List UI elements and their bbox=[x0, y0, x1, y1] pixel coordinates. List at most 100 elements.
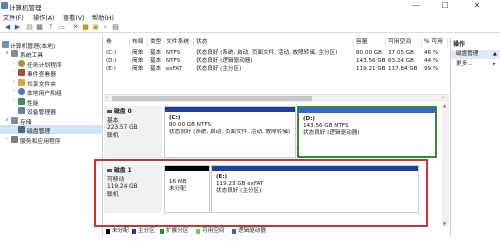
menu-help[interactable]: 帮助(H) bbox=[92, 13, 114, 22]
close-button[interactable]: ✕ bbox=[466, 0, 488, 12]
menu-file[interactable]: 文件(F) bbox=[3, 13, 24, 22]
volume-table: 卷 布局 类型 文件系统 状态 容量 可用空间 % 可用 (C:) 简单 基本 … bbox=[104, 38, 448, 94]
tree-item-disk-management[interactable]: 磁盘管理 bbox=[0, 125, 103, 135]
list-icon[interactable]: ▭ bbox=[57, 23, 66, 32]
menu-view[interactable]: 查看(V) bbox=[63, 13, 84, 22]
storage-icon bbox=[11, 117, 18, 124]
chevron-right-icon[interactable]: › bbox=[4, 136, 10, 142]
disk-0-status: 联机 bbox=[107, 133, 119, 139]
device-manager-icon bbox=[18, 107, 25, 114]
services-icon bbox=[11, 136, 18, 143]
legend-extended: 扩展分区 bbox=[166, 228, 189, 234]
action-more[interactable]: 更多... ▸ bbox=[451, 60, 500, 69]
chevron-right-icon[interactable]: ▸ bbox=[493, 60, 496, 69]
tree-item-local-users[interactable]: › 本地用户和组 bbox=[0, 87, 103, 97]
legend-swatch-extended bbox=[160, 229, 164, 234]
tree-item-shared-folders[interactable]: › 共享文件夹 bbox=[0, 78, 103, 88]
col-header-status[interactable]: 状态 bbox=[194, 38, 354, 47]
legend-primary: 主分区 bbox=[138, 228, 155, 234]
delete-icon[interactable]: ✕ bbox=[71, 23, 80, 32]
disk-1-status: 联机 bbox=[107, 192, 119, 198]
up-icon[interactable]: ▤ bbox=[25, 23, 34, 32]
legend-unallocated: 未分配 bbox=[112, 228, 129, 234]
tree-item-storage[interactable]: ∨ 存储 bbox=[0, 116, 103, 126]
legend-logical: 逻辑驱动器 bbox=[238, 228, 266, 234]
chevron-right-icon[interactable]: › bbox=[11, 88, 17, 94]
unallocated-bar bbox=[165, 166, 209, 171]
clock-icon bbox=[18, 60, 25, 67]
chevron-right-icon[interactable]: › bbox=[11, 69, 17, 75]
disk-icon bbox=[107, 169, 112, 172]
tools-icon bbox=[11, 50, 18, 57]
computer-icon bbox=[2, 41, 9, 48]
shared-folder-icon bbox=[18, 79, 25, 86]
expanded-chevron-icon[interactable]: ∨ bbox=[4, 50, 10, 56]
properties-icon[interactable]: ▦ bbox=[35, 23, 44, 32]
open-icon[interactable]: ■ bbox=[81, 23, 90, 32]
vertical-scrollbar[interactable]: ▲ ▼ bbox=[442, 103, 449, 227]
tree-item-services[interactable]: › 服务和应用程序 bbox=[0, 135, 103, 145]
col-header-volume[interactable]: 卷 bbox=[104, 38, 130, 47]
expanded-chevron-icon[interactable]: ∨ bbox=[4, 117, 10, 123]
col-header-percent-free[interactable]: % 可用 bbox=[422, 38, 448, 47]
disk-1-info[interactable]: 磁盘 1 可移动 119.24 GB 联机 bbox=[104, 165, 162, 213]
volume-e[interactable]: (E:) 119.23 GB exFAT 状态良好 (主分区) bbox=[211, 165, 419, 213]
forward-icon[interactable]: ▶ bbox=[13, 23, 22, 32]
disk-0-name: 磁盘 0 bbox=[114, 109, 132, 115]
actions-pane: 操作 磁盘管理 ▲ 更多... ▸ bbox=[450, 38, 500, 236]
scroll-up-icon[interactable]: ▲ bbox=[443, 103, 446, 108]
event-viewer-icon bbox=[18, 69, 25, 76]
menu-bar: 文件(F) 操作(A) 查看(V) 帮助(H) bbox=[0, 12, 500, 22]
unallocated-space[interactable]: 16 MB 未分配 bbox=[164, 165, 210, 213]
actions-header: 操作 bbox=[453, 41, 466, 48]
tree-item-device-manager[interactable]: 设备管理器 bbox=[0, 106, 103, 116]
col-header-layout[interactable]: 布局 bbox=[130, 38, 148, 47]
minimize-button[interactable]: — bbox=[405, 0, 427, 12]
col-header-filesystem[interactable]: 文件系统 bbox=[164, 38, 194, 47]
menu-action[interactable]: 操作(A) bbox=[33, 13, 54, 22]
scroll-thumb[interactable] bbox=[112, 96, 312, 101]
legend-swatch-primary bbox=[132, 229, 136, 234]
col-header-type[interactable]: 类型 bbox=[148, 38, 164, 47]
disk-1-size: 119.24 GB bbox=[107, 184, 138, 190]
disk-1-name: 磁盘 1 bbox=[114, 168, 132, 174]
maximize-button[interactable]: ☐ bbox=[434, 0, 456, 12]
col-header-capacity[interactable]: 容量 bbox=[354, 38, 386, 47]
disk-icon bbox=[18, 126, 25, 133]
folder-icon[interactable]: ▣ bbox=[91, 23, 100, 32]
legend-swatch-unallocated bbox=[106, 229, 110, 234]
primary-partition-bar bbox=[212, 166, 418, 171]
chevron-right-icon[interactable]: › bbox=[11, 98, 17, 104]
help-icon[interactable]: ? bbox=[46, 23, 55, 32]
navigation-tree: 计算机管理(本地) ∨ 系统工具 › 任务计划程序 › 事件查看器 › 共享文件… bbox=[0, 36, 103, 236]
primary-partition-bar bbox=[165, 107, 295, 112]
disk-icon bbox=[107, 110, 112, 113]
users-icon bbox=[18, 88, 25, 95]
back-icon[interactable]: ◀ bbox=[3, 23, 12, 32]
expand-triangle-icon[interactable]: ▲ bbox=[493, 50, 497, 59]
search-icon[interactable]: ⌕ bbox=[101, 23, 110, 32]
col-header-free-space[interactable]: 可用空间 bbox=[386, 38, 422, 47]
action-disk-management[interactable]: 磁盘管理 ▲ bbox=[451, 50, 500, 59]
legend: 未分配 主分区 扩展分区 可用空间 逻辑驱动器 bbox=[104, 228, 450, 236]
disk-0-info[interactable]: 磁盘 0 基本 223.57 GB 联机 bbox=[104, 106, 162, 158]
scroll-right-icon[interactable]: › bbox=[442, 95, 444, 101]
tree-root[interactable]: 计算机管理(本地) bbox=[0, 40, 103, 50]
scroll-down-icon[interactable]: ▼ bbox=[443, 221, 446, 226]
legend-swatch-logical bbox=[232, 229, 236, 234]
legend-swatch-free bbox=[196, 229, 200, 234]
tree-item-event-viewer[interactable]: › 事件查看器 bbox=[0, 68, 103, 78]
chevron-right-icon[interactable]: › bbox=[11, 60, 17, 66]
tree-item-system-tools[interactable]: ∨ 系统工具 bbox=[0, 49, 103, 59]
volume-d[interactable]: (D:) 143.56 GB NTFS 状态良好 (逻辑驱动器) bbox=[297, 106, 437, 158]
performance-icon bbox=[18, 98, 25, 105]
toolbar: ◀ ▶ ▤ ▦ ? ▭ ✕ ■ ▣ ⌕ ▤ bbox=[0, 22, 500, 33]
tree-item-task-scheduler[interactable]: › 任务计划程序 bbox=[0, 59, 103, 69]
window-title: 计算机管理 bbox=[9, 4, 42, 12]
volume-c[interactable]: (C:) 80.00 GB NTFS 状态良好 (系统, 启动, 页面文件, 活… bbox=[164, 106, 296, 158]
tree-item-performance[interactable]: › 性能 bbox=[0, 97, 103, 107]
horizontal-scrollbar[interactable]: ‹ › bbox=[104, 94, 449, 102]
view-icon[interactable]: ▤ bbox=[111, 23, 120, 32]
chevron-right-icon[interactable]: › bbox=[11, 79, 17, 85]
scroll-left-icon[interactable]: ‹ bbox=[106, 95, 108, 101]
